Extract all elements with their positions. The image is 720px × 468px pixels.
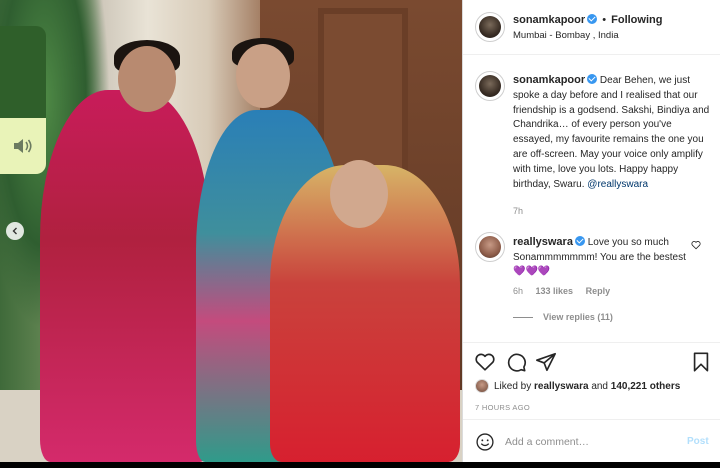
post-photo[interactable] [0, 0, 462, 462]
photo-face-middle [236, 44, 290, 108]
header-username[interactable]: sonamkapoor [513, 14, 585, 26]
reply-button[interactable]: Reply [586, 286, 611, 296]
author-avatar[interactable] [475, 12, 505, 42]
liker-avatar[interactable] [475, 379, 489, 393]
verified-badge-icon [587, 14, 598, 24]
add-comment-bar: Post [463, 419, 720, 463]
speaker-icon [14, 139, 32, 153]
post-actions: Liked by reallyswara and 140,221 others … [463, 342, 720, 462]
photo-face-right [330, 160, 388, 228]
emoji-smiley-icon[interactable] [475, 432, 495, 452]
caption-mention-link[interactable]: @reallyswara [587, 179, 648, 190]
liked-by-summary: Liked by reallyswara and 140,221 others [475, 379, 680, 393]
caption-author-avatar[interactable] [475, 71, 505, 101]
comment-bubble-icon[interactable] [505, 351, 527, 373]
caption-username[interactable]: sonamkapoor [513, 74, 585, 86]
liked-by-prefix: Liked by [494, 380, 532, 392]
comments-section[interactable]: sonamkapoor Dear Behen, we just spoke a … [463, 56, 720, 342]
post-caption: sonamkapoor Dear Behen, we just spoke a … [513, 73, 713, 192]
verified-badge-icon [587, 74, 598, 84]
post-timestamp[interactable]: 7 HOURS AGO [475, 403, 530, 412]
liked-by-user[interactable]: reallyswara [534, 381, 589, 392]
comment-item: reallyswara Love you so much Sonammmmmmm… [513, 235, 693, 280]
post-location[interactable]: Mumbai - Bombay , India [513, 30, 619, 41]
following-button[interactable]: Following [611, 14, 662, 26]
add-comment-input[interactable] [505, 430, 665, 454]
comment-meta: 6h 133 likes Reply [513, 286, 620, 296]
post-details-pane: sonamkapoor • Following Mumbai - Bombay … [462, 0, 720, 462]
commenter-avatar[interactable] [475, 232, 505, 262]
post-comment-button[interactable]: Post [687, 436, 709, 447]
sound-toggle-button[interactable] [0, 118, 46, 174]
photo-person-left [40, 90, 210, 462]
comment-likes[interactable]: 133 likes [536, 286, 574, 296]
verified-badge-icon [574, 236, 585, 246]
view-replies-dash [513, 317, 533, 319]
instagram-post-window: sonamkapoor • Following Mumbai - Bombay … [0, 0, 720, 468]
caption-text: Dear Behen, we just spoke a day before a… [513, 75, 710, 190]
comment-like-heart-icon[interactable] [691, 240, 701, 250]
comment-hearts: 💜💜💜 [513, 266, 551, 277]
comment-time[interactable]: 6h [513, 286, 523, 296]
chevron-left-icon [12, 227, 17, 235]
share-paper-plane-icon[interactable] [535, 351, 557, 373]
header-separator: • [602, 14, 607, 26]
view-replies-label: View replies (11) [543, 312, 613, 322]
post-header: sonamkapoor • Following Mumbai - Bombay … [463, 0, 720, 55]
save-bookmark-icon[interactable] [690, 351, 712, 373]
caption-timestamp[interactable]: 7h [513, 206, 523, 216]
previous-media-button[interactable] [6, 222, 24, 240]
comment-username[interactable]: reallyswara [513, 236, 573, 248]
header-username-row: sonamkapoor • Following [513, 14, 662, 26]
like-heart-icon[interactable] [474, 351, 496, 373]
view-replies-button[interactable]: View replies (11) [513, 312, 613, 322]
liked-by-and: and [591, 380, 608, 392]
bottom-black-strip [0, 462, 720, 468]
liked-by-count[interactable]: 140,221 others [611, 381, 681, 392]
photo-face-left [118, 46, 176, 112]
